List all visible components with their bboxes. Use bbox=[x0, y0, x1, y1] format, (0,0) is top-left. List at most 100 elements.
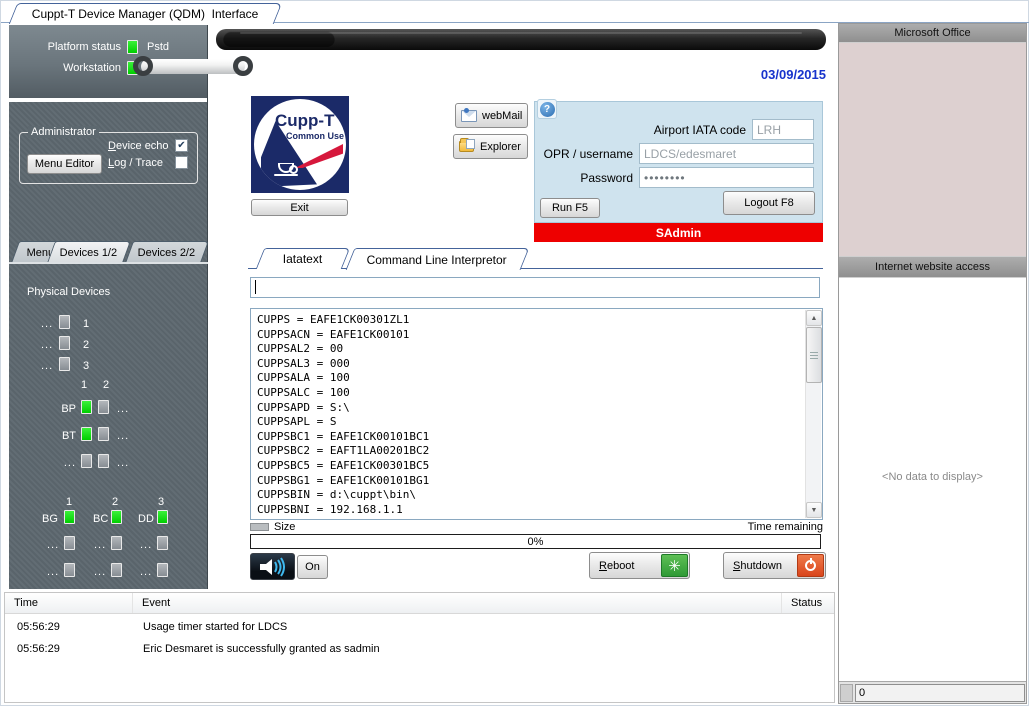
device-placeholder: ... bbox=[140, 539, 152, 551]
webmail-label: webMail bbox=[482, 110, 522, 122]
exit-label: Exit bbox=[290, 202, 308, 214]
username-input[interactable] bbox=[639, 143, 814, 164]
console-scrollbar[interactable]: ▲ ▼ bbox=[805, 310, 821, 518]
device-number: 2 bbox=[83, 339, 89, 351]
device-label-bg: BG bbox=[42, 513, 58, 525]
event-text: Usage timer started for LDCS bbox=[133, 621, 782, 633]
device-number: 3 bbox=[83, 360, 89, 372]
coffee-cup-icon bbox=[278, 163, 294, 173]
login-panel: ? Airport IATA code OPR / username Passw… bbox=[534, 101, 823, 223]
device-placeholder: ... bbox=[41, 318, 53, 330]
command-input[interactable] bbox=[250, 277, 820, 298]
password-input[interactable] bbox=[639, 167, 814, 188]
scrollbar-thumb[interactable] bbox=[806, 327, 822, 383]
tab-devices-1[interactable]: Devices 1/2 bbox=[47, 241, 131, 263]
tab-command-line-interpretor[interactable]: Command Line Interpretor bbox=[346, 248, 530, 270]
current-date: 03/09/2015 bbox=[721, 67, 826, 82]
device-tab-baseline bbox=[9, 262, 208, 264]
window-tab-title: Cuppt-T Device Manager (QDM) Interface bbox=[32, 7, 259, 21]
administrator-groupbox: Administrator Menu Editor Device echo ✔ … bbox=[19, 132, 198, 184]
scroll-down-icon[interactable]: ▼ bbox=[806, 502, 822, 518]
rod-graphic bbox=[141, 59, 245, 74]
explorer-button[interactable]: Explorer bbox=[453, 134, 528, 159]
counter-field[interactable] bbox=[855, 684, 1025, 702]
help-button[interactable]: ? bbox=[537, 99, 557, 119]
device-placeholder: ... bbox=[47, 566, 59, 578]
device-tabs: Menu Devices 2/2 Devices 1/2 bbox=[9, 239, 208, 263]
footer-corner-cell bbox=[840, 684, 853, 702]
run-f5-label: Run F5 bbox=[552, 202, 588, 214]
power-icon bbox=[797, 554, 824, 577]
column-header: 1 bbox=[81, 379, 87, 391]
speaker-icon bbox=[258, 557, 288, 577]
size-row: Size Time remaining bbox=[250, 520, 823, 534]
device-label-bc: BC bbox=[93, 513, 108, 525]
cupp-t-logo: Cupp-T Common Use bbox=[251, 96, 349, 193]
physical-devices-panel: Physical Devices ... 1 ... 2 ... 3 1 2 B… bbox=[9, 263, 208, 589]
logo-subtitle: Common Use bbox=[286, 131, 344, 141]
window-tab[interactable]: Cuppt-T Device Manager (QDM) Interface bbox=[9, 3, 282, 24]
device-indicator bbox=[98, 454, 109, 468]
device-placeholder: ... bbox=[94, 566, 106, 578]
tab-iatatext[interactable]: Iatatext bbox=[256, 248, 350, 269]
shutdown-label: Shutdown bbox=[725, 560, 782, 572]
column-header-event[interactable]: Event bbox=[133, 593, 782, 613]
tab-command-line-label: Command Line Interpretor bbox=[367, 253, 507, 267]
sound-on-button[interactable]: On bbox=[297, 555, 328, 579]
reboot-button[interactable]: Reboot ✳ bbox=[589, 552, 690, 579]
device-placeholder: ... bbox=[117, 403, 129, 415]
exit-button[interactable]: Exit bbox=[251, 199, 348, 216]
event-text: Eric Desmaret is successfully granted as… bbox=[133, 643, 782, 655]
logout-f8-button[interactable]: Logout F8 bbox=[723, 191, 815, 215]
device-indicator bbox=[81, 400, 92, 414]
log-trace-label: Log / Trace bbox=[108, 157, 163, 169]
administrator-title: Administrator bbox=[28, 126, 99, 138]
log-trace-checkbox[interactable] bbox=[175, 156, 188, 169]
menu-editor-label: Menu Editor bbox=[35, 158, 94, 170]
device-indicator bbox=[111, 510, 122, 524]
size-label: Size bbox=[274, 521, 295, 533]
logo-circle: Cupp-T Common Use bbox=[254, 99, 346, 190]
reboot-label: Reboot bbox=[591, 560, 634, 572]
shutdown-button[interactable]: Shutdown bbox=[723, 552, 826, 579]
device-indicator bbox=[111, 563, 122, 577]
event-time: 05:56:29 bbox=[5, 621, 133, 633]
device-label-dd: DD bbox=[138, 513, 154, 525]
text-caret bbox=[255, 280, 256, 294]
speaker-button[interactable] bbox=[250, 553, 295, 580]
progress-bar: 0% bbox=[250, 534, 821, 549]
device-indicator bbox=[157, 563, 168, 577]
column-header-time[interactable]: Time bbox=[5, 593, 133, 613]
event-log-table: Time Event Status 05:56:29 Usage timer s… bbox=[4, 592, 835, 703]
device-indicator bbox=[64, 536, 75, 550]
power-bar bbox=[810, 558, 812, 564]
column-header-status[interactable]: Status bbox=[782, 593, 834, 613]
iata-input[interactable] bbox=[752, 119, 814, 140]
event-row[interactable]: 05:56:29 Eric Desmaret is successfully g… bbox=[5, 640, 834, 658]
device-indicator bbox=[98, 427, 109, 441]
console-output[interactable]: CUPPS = EAFE1CK00301ZL1CUPPSACN = EAFE1C… bbox=[250, 308, 823, 520]
webmail-icon bbox=[461, 110, 477, 122]
iata-row: Airport IATA code bbox=[535, 119, 814, 140]
microsoft-office-header: Microsoft Office bbox=[839, 24, 1026, 43]
tab-devices-2[interactable]: Devices 2/2 bbox=[125, 241, 209, 263]
tab-devices-1-label: Devices 1/2 bbox=[60, 247, 117, 259]
run-f5-button[interactable]: Run F5 bbox=[540, 198, 600, 218]
menu-editor-button[interactable]: Menu Editor bbox=[27, 154, 102, 174]
event-table-header: Time Event Status bbox=[5, 593, 834, 614]
iata-label: Airport IATA code bbox=[535, 123, 752, 137]
password-row: Password bbox=[535, 167, 814, 188]
scroll-up-icon[interactable]: ▲ bbox=[806, 310, 822, 326]
device-placeholder: ... bbox=[47, 539, 59, 551]
left-panel: Platform status Pstd Workstation Wstp Ad… bbox=[9, 25, 208, 589]
console-text: CUPPS = EAFE1CK00301ZL1CUPPSACN = EAFE1C… bbox=[257, 313, 802, 517]
username-label: OPR / username bbox=[535, 147, 639, 161]
webmail-button[interactable]: webMail bbox=[455, 103, 528, 128]
device-placeholder: ... bbox=[117, 430, 129, 442]
device-echo-checkbox[interactable]: ✔ bbox=[175, 139, 188, 152]
column-header: 3 bbox=[158, 496, 164, 508]
device-label-bt: BT bbox=[39, 430, 76, 442]
event-row[interactable]: 05:56:29 Usage timer started for LDCS bbox=[5, 618, 834, 636]
pipe-highlight bbox=[240, 32, 802, 34]
rod-ring-left bbox=[133, 56, 153, 76]
